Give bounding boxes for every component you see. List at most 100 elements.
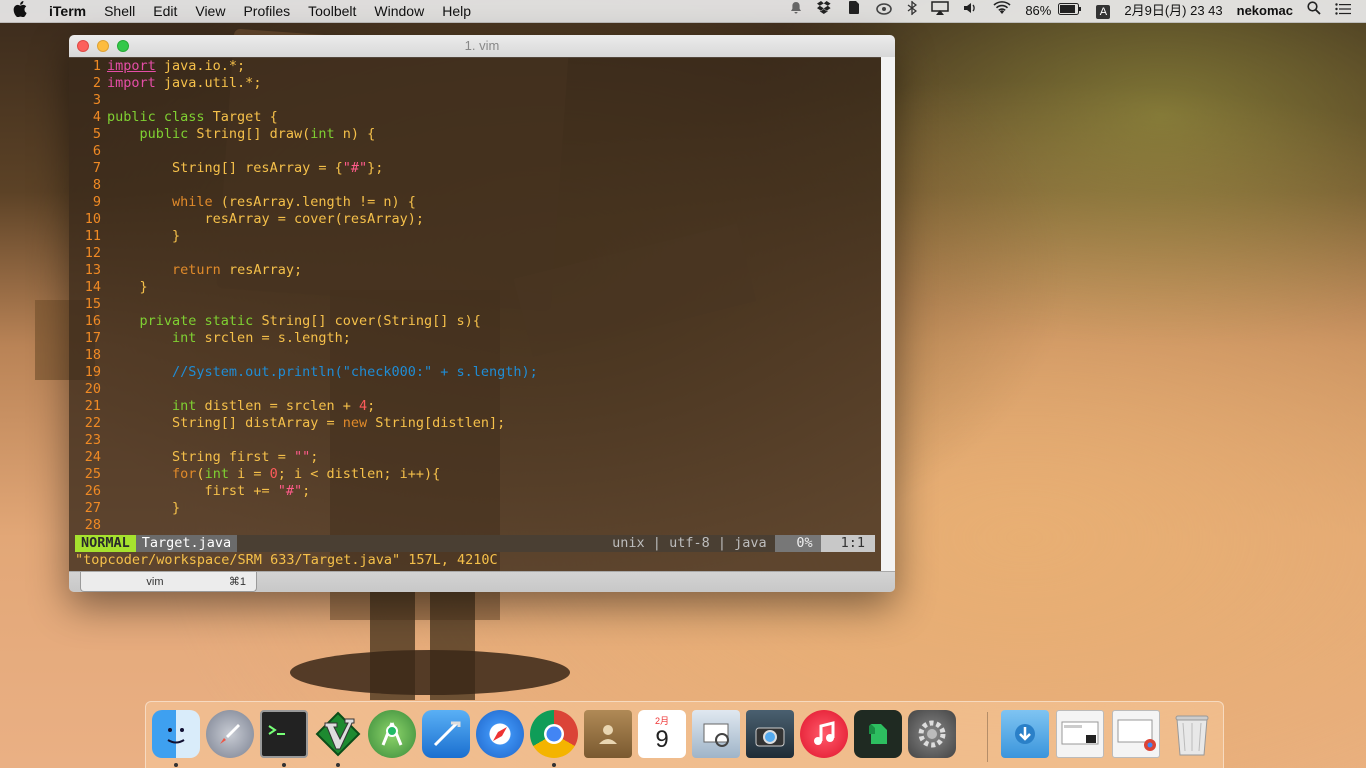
code-text: resArray = cover(resArray); xyxy=(204,211,424,227)
battery-icon[interactable] xyxy=(1058,0,1089,22)
user-name[interactable]: nekomac xyxy=(1230,0,1300,22)
code-number: 4 xyxy=(358,398,368,414)
line-number: 13 xyxy=(84,262,101,278)
dock: 2月 9 xyxy=(145,701,1224,768)
preview-icon[interactable] xyxy=(692,710,740,758)
airplay-icon[interactable] xyxy=(924,0,956,22)
vim-icon[interactable] xyxy=(314,710,362,758)
code-text: String[] distArray = xyxy=(172,415,343,431)
menu-view[interactable]: View xyxy=(186,0,234,22)
menu-edit[interactable]: Edit xyxy=(144,0,186,22)
code-line: 27 } xyxy=(75,500,538,517)
cloud-sync-icon[interactable] xyxy=(868,0,900,22)
recent-items-stack-icon[interactable] xyxy=(1112,710,1160,758)
documents-stack-icon[interactable] xyxy=(1056,710,1104,758)
line-number: 19 xyxy=(84,364,101,380)
code-line: 4 public class Target { xyxy=(75,109,538,126)
wifi-icon[interactable] xyxy=(986,0,1018,22)
volume-icon[interactable] xyxy=(956,0,986,22)
menu-app-name[interactable]: iTerm xyxy=(40,0,95,22)
trash-icon[interactable] xyxy=(1168,710,1216,758)
code-line: 23 xyxy=(75,432,538,449)
code-text: } xyxy=(172,500,181,516)
apple-menu-icon[interactable] xyxy=(0,0,40,22)
code-line: 28 xyxy=(75,517,538,534)
line-number: 6 xyxy=(92,143,101,159)
xcode-icon[interactable] xyxy=(422,710,470,758)
window-zoom-button[interactable] xyxy=(117,40,129,52)
vim-command-line[interactable]: "topcoder/workspace/SRM 633/Target.java"… xyxy=(75,552,498,569)
code-line: 5 public String[] draw(int n) { xyxy=(75,126,538,143)
code-text: resArray; xyxy=(220,262,303,278)
code-line: 9 while (resArray.length != n) { xyxy=(75,194,538,211)
code-type: int xyxy=(172,398,197,414)
line-number: 26 xyxy=(84,483,101,499)
code-text: }; xyxy=(367,160,384,176)
terminal-view[interactable]: 1 import java.io.*; 2 import java.util.*; … xyxy=(69,57,895,571)
vim-buffer[interactable]: 1 import java.io.*; 2 import java.util.*; … xyxy=(75,58,538,534)
code-line: 18 xyxy=(75,347,538,364)
notification-bell-icon[interactable] xyxy=(782,0,810,22)
menu-window[interactable]: Window xyxy=(365,0,433,22)
evernote-icon[interactable] xyxy=(840,0,868,22)
window-titlebar[interactable]: 1. vim xyxy=(69,35,895,58)
clock[interactable]: 2月9日(月) 23 43 xyxy=(1117,0,1229,22)
menu-help[interactable]: Help xyxy=(433,0,480,22)
code-line: 25 for(int i = 0; i < distlen; i++){ xyxy=(75,466,538,483)
line-number: 7 xyxy=(92,160,101,176)
code-text: ( xyxy=(196,466,205,482)
menu-profiles[interactable]: Profiles xyxy=(234,0,299,22)
code-text: (resArray.length != n) { xyxy=(212,194,416,210)
terminal-scrollbar[interactable] xyxy=(881,57,895,571)
line-number: 21 xyxy=(84,398,101,414)
code-number: 0 xyxy=(269,466,278,482)
line-number: 8 xyxy=(92,177,101,193)
notification-center-icon[interactable] xyxy=(1328,0,1358,22)
vim-cursor-position: 1:1 xyxy=(820,535,875,552)
dropbox-icon[interactable] xyxy=(810,0,840,22)
code-keyword: import xyxy=(107,58,156,74)
terminal-icon[interactable] xyxy=(260,710,308,758)
bluetooth-antenna-icon[interactable] xyxy=(900,0,924,23)
code-type: int xyxy=(172,330,197,346)
input-method-indicator[interactable]: A xyxy=(1089,0,1117,22)
spotlight-search-icon[interactable] xyxy=(1300,0,1328,22)
launchpad-icon[interactable] xyxy=(206,710,254,758)
vim-statusline: NORMAL Target.java unix | utf-8 | java 0… xyxy=(75,535,875,552)
code-line: 10 resArray = cover(resArray); xyxy=(75,211,538,228)
line-number: 22 xyxy=(84,415,101,431)
evernote-app-icon[interactable] xyxy=(854,710,902,758)
contacts-icon[interactable] xyxy=(584,710,632,758)
itunes-icon[interactable] xyxy=(800,710,848,758)
line-number: 9 xyxy=(92,194,101,210)
window-title: 1. vim xyxy=(464,38,500,53)
code-line: 13 return resArray; xyxy=(75,262,538,279)
calendar-icon[interactable]: 2月 9 xyxy=(638,710,686,758)
android-studio-icon[interactable] xyxy=(368,710,416,758)
code-type: String[] xyxy=(188,126,262,142)
safari-icon[interactable] xyxy=(476,710,524,758)
line-number: 12 xyxy=(84,245,101,261)
code-line: 19 //System.out.println("check000:" + s.… xyxy=(75,364,538,381)
code-line: 17 int srclen = s.length; xyxy=(75,330,538,347)
code-text: java.io.*; xyxy=(155,58,246,74)
menu-shell[interactable]: Shell xyxy=(95,0,144,22)
running-indicator xyxy=(552,763,556,767)
tab-vim[interactable]: vim ⌘1 xyxy=(80,572,257,592)
window-minimize-button[interactable] xyxy=(97,40,109,52)
chrome-icon[interactable] xyxy=(530,710,578,758)
code-type: int xyxy=(204,466,229,482)
menu-toolbelt[interactable]: Toolbelt xyxy=(299,0,365,22)
image-capture-icon[interactable] xyxy=(746,710,794,758)
code-keyword: return xyxy=(172,262,221,278)
line-number: 3 xyxy=(92,92,101,108)
line-number: 24 xyxy=(84,449,101,465)
downloads-folder-icon[interactable] xyxy=(1001,710,1049,758)
system-preferences-icon[interactable] xyxy=(908,710,956,758)
finder-icon[interactable] xyxy=(152,710,200,758)
code-text: String[] resArray = { xyxy=(172,160,343,176)
tab-shortcut: ⌘1 xyxy=(228,576,246,588)
window-close-button[interactable] xyxy=(77,40,89,52)
running-indicator xyxy=(282,763,286,767)
line-number: 4 xyxy=(92,109,101,125)
